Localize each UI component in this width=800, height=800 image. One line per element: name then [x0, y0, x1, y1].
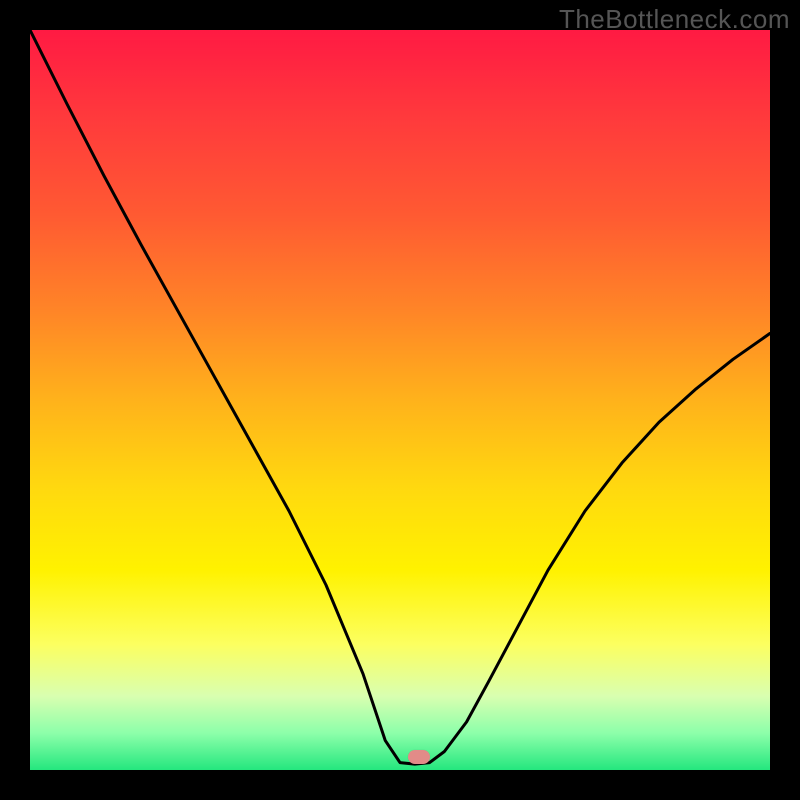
chart-frame: TheBottleneck.com	[0, 0, 800, 800]
plot-area	[30, 30, 770, 770]
plot-svg	[30, 30, 770, 770]
minimum-marker	[408, 750, 430, 764]
watermark-text: TheBottleneck.com	[559, 4, 790, 35]
gradient-background	[30, 30, 770, 770]
